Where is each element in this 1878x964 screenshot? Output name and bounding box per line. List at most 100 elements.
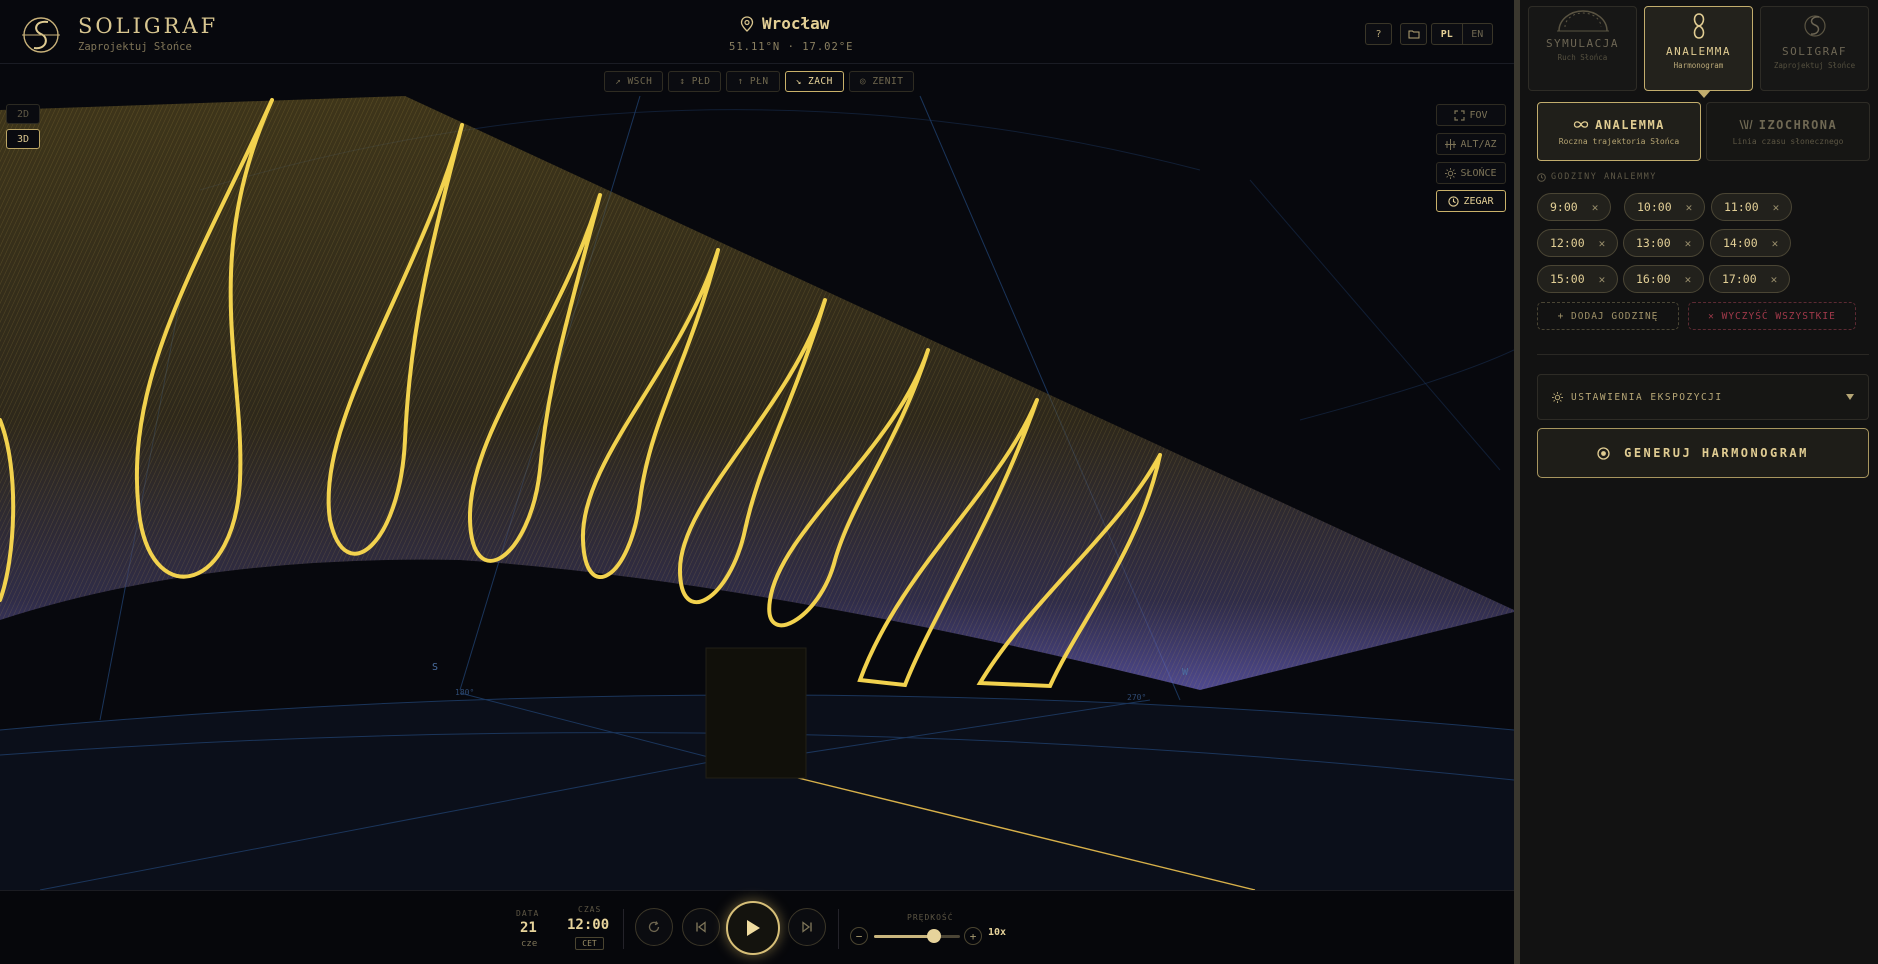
date-label: DATA bbox=[516, 909, 540, 918]
location-coordinates: 51.11°N · 17.02°E bbox=[729, 41, 854, 53]
sun-icon bbox=[1445, 167, 1457, 179]
active-tab-caret bbox=[1697, 90, 1711, 98]
submode-analemma-title: ANALEMMA bbox=[1595, 117, 1665, 132]
speed-slider-handle[interactable] bbox=[927, 929, 942, 943]
remove-icon[interactable]: ✕ bbox=[1772, 237, 1779, 250]
hour-chip[interactable]: 11:00 ✕ bbox=[1711, 193, 1793, 221]
submode-analemma-subtitle: Roczna trajektoria Słońca bbox=[1558, 136, 1680, 146]
analemma-icon bbox=[1693, 13, 1704, 39]
brand-title: SOLIGRAF bbox=[78, 14, 219, 38]
help-button[interactable]: ? bbox=[1365, 23, 1392, 45]
step-back-button[interactable] bbox=[682, 908, 720, 946]
play-icon bbox=[747, 920, 760, 936]
speed-increase-button[interactable]: + bbox=[964, 927, 982, 945]
hour-chip[interactable]: 10:00 ✕ bbox=[1624, 193, 1706, 221]
remove-icon[interactable]: ✕ bbox=[1686, 201, 1693, 214]
add-hour-button[interactable]: + DODAJ GODZINĘ bbox=[1537, 302, 1679, 330]
language-switch[interactable]: PL EN bbox=[1431, 23, 1493, 45]
soligraf-icon bbox=[1803, 15, 1826, 37]
date-value[interactable]: 21 bbox=[520, 920, 537, 936]
hour-chip[interactable]: 15:00 ✕ bbox=[1537, 265, 1619, 293]
azimuth-south-label: 180° bbox=[455, 688, 475, 697]
hour-chip[interactable]: 13:00 ✕ bbox=[1623, 229, 1705, 257]
sun-toggle-button[interactable]: SŁOŃCE bbox=[1436, 162, 1506, 184]
fov-label: FOV bbox=[1469, 109, 1488, 121]
reset-button[interactable] bbox=[635, 908, 673, 946]
view-west-button[interactable]: ↘ ZACH bbox=[784, 71, 844, 92]
view-3d-button[interactable]: 3D bbox=[6, 129, 40, 149]
sky-scene[interactable] bbox=[0, 0, 1514, 964]
hour-chip-label: 12:00 bbox=[1550, 236, 1585, 250]
exposure-settings-accordion[interactable]: USTAWIENIA EKSPOZYCJI bbox=[1537, 374, 1869, 420]
mode-analemma-title: ANALEMMA bbox=[1666, 45, 1731, 58]
lang-en-button[interactable]: EN bbox=[1463, 24, 1493, 44]
sun-icon bbox=[1552, 391, 1563, 403]
remove-icon[interactable]: ✕ bbox=[1685, 237, 1692, 250]
exposure-settings-title: USTAWIENIA EKSPOZYCJI bbox=[1571, 391, 1723, 403]
location-pin-icon bbox=[740, 15, 754, 32]
view-direction-bar: ↗ WSCH ↕ PŁD ↑ PŁN ↘ ZACH ◎ ZENIT bbox=[604, 71, 915, 92]
folder-button[interactable] bbox=[1400, 23, 1427, 45]
remove-icon[interactable]: ✕ bbox=[1773, 201, 1780, 214]
sun-label: SŁOŃCE bbox=[1460, 167, 1497, 179]
clear-all-button[interactable]: ✕ WYCZYŚĆ WSZYSTKIE bbox=[1688, 302, 1856, 330]
brand-subtitle: Zaprojektuj Słońce bbox=[78, 41, 192, 53]
remove-icon[interactable]: ✕ bbox=[1771, 273, 1778, 286]
mode-analemma-tab[interactable]: ANALEMMA Harmonogram bbox=[1644, 6, 1753, 91]
clock-icon bbox=[1537, 172, 1546, 182]
hour-chip[interactable]: 14:00 ✕ bbox=[1710, 229, 1792, 257]
time-value[interactable]: 12:00 bbox=[567, 917, 609, 933]
location-selector[interactable]: Wrocław bbox=[740, 14, 829, 33]
viewport-area[interactable]: SOLIGRAF Zaprojektuj Słońce Wrocław 51.1… bbox=[0, 0, 1514, 964]
play-button[interactable] bbox=[726, 901, 780, 955]
soligraf-logo-icon bbox=[22, 17, 60, 53]
speed-label: PRĘDKOŚĆ bbox=[907, 913, 954, 922]
remove-icon[interactable]: ✕ bbox=[1592, 201, 1599, 214]
divider bbox=[623, 909, 624, 949]
top-bar: SOLIGRAF Zaprojektuj Słońce Wrocław 51.1… bbox=[0, 0, 1514, 64]
view-south-button[interactable]: ↕ PŁD bbox=[668, 71, 722, 92]
folder-icon bbox=[1408, 30, 1419, 39]
isochrone-icon bbox=[1739, 119, 1753, 130]
infinity-icon bbox=[1573, 121, 1589, 128]
hour-chip[interactable]: 17:00 ✕ bbox=[1709, 265, 1791, 293]
hour-chip-label: 16:00 bbox=[1636, 272, 1671, 286]
fov-button[interactable]: FOV bbox=[1436, 104, 1506, 126]
view-2d-button[interactable]: 2D bbox=[6, 104, 40, 124]
mode-simulation-tab[interactable]: SYMULACJA Ruch Słońca bbox=[1528, 6, 1637, 91]
speed-value: 10x bbox=[988, 927, 1007, 938]
step-forward-button[interactable] bbox=[788, 908, 826, 946]
remove-icon[interactable]: ✕ bbox=[1685, 273, 1692, 286]
altaz-label: ALT/AZ bbox=[1460, 138, 1497, 150]
altaz-button[interactable]: ALT/AZ bbox=[1436, 133, 1506, 155]
mode-soligraf-tab[interactable]: SOLIGRAF Zaprojektuj Słońce bbox=[1760, 6, 1869, 91]
hours-section-label: GODZINY ANALEMMY bbox=[1537, 172, 1657, 182]
submode-analemma-tab[interactable]: ANALEMMA Roczna trajektoria Słońca bbox=[1537, 102, 1701, 161]
remove-icon[interactable]: ✕ bbox=[1599, 273, 1606, 286]
fullscreen-icon bbox=[1454, 109, 1466, 121]
chevron-down-icon bbox=[1846, 394, 1854, 400]
hour-chip-label: 14:00 bbox=[1723, 236, 1758, 250]
submode-isochrone-title: IZOCHRONA bbox=[1758, 117, 1838, 132]
hour-chip[interactable]: 12:00 ✕ bbox=[1537, 229, 1619, 257]
generate-schedule-button[interactable]: GENERUJ HARMONOGRAM bbox=[1537, 428, 1869, 478]
view-east-button[interactable]: ↗ WSCH bbox=[604, 71, 664, 92]
hour-chip[interactable]: 9:00 ✕ bbox=[1537, 193, 1612, 221]
hour-chip-label: 17:00 bbox=[1722, 272, 1757, 286]
hour-chip[interactable]: 16:00 ✕ bbox=[1623, 265, 1705, 293]
remove-icon[interactable]: ✕ bbox=[1599, 237, 1606, 250]
timezone-badge: CET bbox=[575, 937, 604, 950]
speed-slider[interactable] bbox=[874, 935, 960, 938]
clock-toggle-button[interactable]: ZEGAR bbox=[1436, 190, 1506, 212]
divider bbox=[1537, 354, 1869, 355]
cardinal-south-label: S bbox=[432, 662, 439, 673]
mode-soligraf-subtitle: Zaprojektuj Słońce bbox=[1773, 61, 1856, 70]
view-north-button[interactable]: ↑ PŁN bbox=[726, 71, 780, 92]
speed-decrease-button[interactable]: − bbox=[850, 927, 868, 945]
mode-simulation-subtitle: Ruch Słońca bbox=[1557, 53, 1608, 62]
lang-pl-button[interactable]: PL bbox=[1432, 24, 1463, 44]
submode-isochrone-tab[interactable]: IZOCHRONA Linia czasu słonecznego bbox=[1706, 102, 1870, 161]
azimuth-west-label: 270° bbox=[1127, 693, 1147, 702]
view-zenith-button[interactable]: ◎ ZENIT bbox=[848, 71, 915, 92]
date-month: cze bbox=[521, 939, 538, 949]
